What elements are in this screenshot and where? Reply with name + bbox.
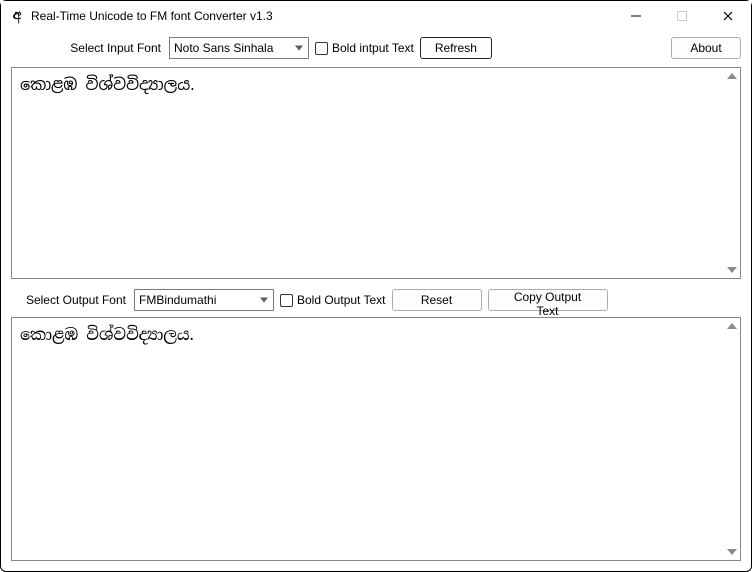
scroll-up-icon[interactable]	[724, 68, 740, 84]
app-icon: අ	[9, 8, 25, 24]
title-bar: අ Real-Time Unicode to FM font Converter…	[1, 1, 751, 31]
copy-output-button[interactable]: Copy Output Text	[488, 289, 608, 311]
input-textarea[interactable]: කොළඹ විශ්වවිද්‍යාලය.	[12, 68, 724, 278]
input-scrollbar[interactable]	[724, 68, 740, 278]
output-font-label: Select Output Font	[11, 293, 126, 307]
output-toolbar: Select Output Font FMBindumathi Bold Out…	[1, 279, 751, 317]
maximize-button[interactable]	[659, 1, 705, 31]
bold-input-checkbox[interactable]	[315, 42, 328, 55]
input-font-label: Select Input Font	[11, 41, 161, 55]
close-button[interactable]	[705, 1, 751, 31]
minimize-button[interactable]	[613, 1, 659, 31]
output-textarea[interactable]: කොළඹ විශ්වවිද්‍යාලය.	[12, 318, 724, 560]
bold-output-checkbox[interactable]	[280, 294, 293, 307]
input-font-select[interactable]: Noto Sans Sinhala	[169, 37, 309, 59]
input-toolbar: Select Input Font Noto Sans Sinhala Bold…	[1, 31, 751, 65]
reset-button[interactable]: Reset	[392, 289, 482, 311]
bold-input-label: Bold intput Text	[332, 41, 414, 55]
output-pane: කොළඹ විශ්වවිද්‍යාලය.	[11, 317, 741, 561]
about-button[interactable]: About	[671, 37, 741, 59]
bold-output-label: Bold Output Text	[297, 293, 386, 307]
output-font-select[interactable]: FMBindumathi	[134, 289, 274, 311]
refresh-button[interactable]: Refresh	[420, 37, 492, 59]
scroll-down-icon[interactable]	[724, 262, 740, 278]
output-scrollbar[interactable]	[724, 318, 740, 560]
scroll-down-icon[interactable]	[724, 544, 740, 560]
scroll-up-icon[interactable]	[724, 318, 740, 334]
window-title: Real-Time Unicode to FM font Converter v…	[31, 9, 273, 23]
input-pane: කොළඹ විශ්වවිද්‍යාලය.	[11, 67, 741, 279]
